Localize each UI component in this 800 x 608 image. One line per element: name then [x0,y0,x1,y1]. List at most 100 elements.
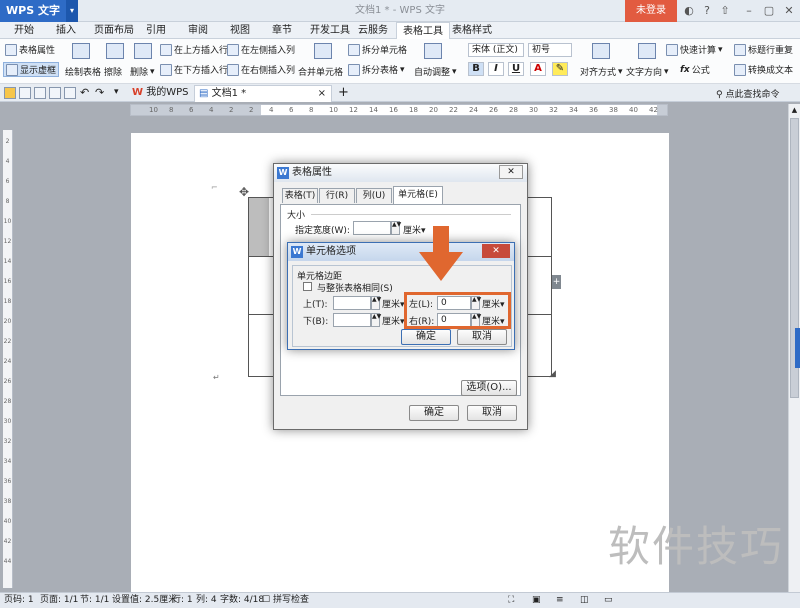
width-input[interactable] [353,221,391,235]
side-panel-tab[interactable] [795,328,800,368]
font-size-select[interactable]: 初号 [528,43,572,57]
italic-button[interactable]: I [488,62,504,76]
top-unit-select[interactable]: 厘米▾ [382,297,405,310]
insert-left-button[interactable]: 在左侧插入列 [227,43,295,56]
bold-button[interactable]: B [468,62,484,76]
vertical-ruler[interactable]: 2 4 6 8 10 12 14 16 18 20 22 24 26 28 30 32 34 36 38 40 42 44 [3,130,13,588]
insert-below-button[interactable]: 在下方插入行 [160,63,228,76]
menu-reference[interactable]: 引用 [146,22,166,39]
upload-icon[interactable]: ⇧ [716,0,734,22]
page-view-icon[interactable]: ▣ [532,593,541,608]
menu-table-style[interactable]: 表格样式 [452,22,492,39]
maximize-icon[interactable]: ▢ [760,0,778,22]
ruler-tick-label: 36 [589,106,598,114]
cancel-button[interactable]: 取消 [467,405,517,421]
scroll-up-icon[interactable]: ▲ [790,106,799,116]
dialog-title-bar[interactable]: W 单元格选项 ✕ [288,243,514,261]
menu-view[interactable]: 视图 [230,22,250,39]
menu-insert[interactable]: 插入 [56,22,76,39]
delete-button[interactable]: 删除 ▾ [130,65,155,79]
text-direction-button[interactable]: 文字方向 ▾ [626,65,669,79]
formula-button[interactable]: fx 公式 [680,63,710,77]
erase-button[interactable]: 擦除 [104,65,122,78]
horizontal-ruler[interactable]: 10 8 6 4 2 2 4 6 8 10 12 14 16 18 20 22 24 26 28 30 32 34 36 38… [130,104,668,116]
ok-button[interactable]: 确定 [409,405,459,421]
table-resize-handle-icon[interactable]: ◢ [549,369,556,379]
outline-view-icon[interactable]: ≡ [556,593,564,608]
options-button[interactable]: 选项(O)... [461,380,517,396]
menu-review[interactable]: 审阅 [188,22,208,39]
tab-document[interactable]: ▤ 文档1 * × [194,85,332,102]
auto-fit-button[interactable]: 自动调整 ▾ [414,65,457,79]
web-view-icon[interactable]: ◫ [580,593,589,608]
repeat-header-button[interactable]: 标题行重复 [734,43,793,56]
close-icon[interactable]: ✕ [780,0,798,22]
merge-cells-button[interactable]: 合并单元格 [298,65,343,78]
top-unit-label: 厘米 [382,300,401,310]
split-table-button[interactable]: 拆分表格 ▾ [348,63,405,76]
menu-cloud[interactable]: 云服务 [358,22,388,39]
quick-calc-button[interactable]: 快速计算 ▾ [666,43,723,56]
menu-devtools[interactable]: 开发工具 [310,22,350,39]
minimize-icon[interactable]: – [740,0,758,22]
export-pdf-icon[interactable] [64,87,76,99]
close-icon[interactable]: ✕ [482,244,510,258]
highlight-icon[interactable]: ✎ [552,62,568,76]
font-color-button[interactable]: A [530,62,546,76]
menu-table-tools[interactable]: 表格工具 [396,22,450,39]
cancel-button[interactable]: 取消 [457,329,507,345]
print-preview-icon[interactable] [49,87,61,99]
spell-check-button[interactable]: ☐ 拼写检查 [262,593,309,608]
tab-cell[interactable]: 单元格(E) [393,186,443,204]
bottom-margin-input[interactable] [333,313,371,327]
menu-chapter[interactable]: 章节 [272,22,292,39]
selected-cell[interactable] [249,198,269,256]
undo-icon[interactable]: ↶ [80,86,89,99]
app-menu-button[interactable]: WPS 文字 ▾ [0,0,78,22]
top-spinner-icon[interactable]: ▲▼ [371,296,381,310]
show-gridlines-button[interactable]: 显示虚框 [3,62,60,77]
tab-table[interactable]: 表格(T) [282,188,318,203]
close-icon[interactable]: ✕ [499,165,523,179]
save-icon[interactable] [19,87,31,99]
login-button[interactable]: 未登录 [625,0,677,22]
align-button[interactable]: 对齐方式 ▾ [580,65,623,79]
width-spinner-icon[interactable]: ▲▼ [391,221,401,235]
redo-icon[interactable]: ↷ [95,86,104,99]
tab-close-icon[interactable]: × [318,86,326,102]
open-folder-icon[interactable] [4,87,16,99]
highlight-box [404,292,511,329]
top-margin-input[interactable] [333,296,371,310]
text-direction-icon [638,43,656,59]
tab-my-wps[interactable]: W 我的WPS [128,85,192,102]
gridlines-icon [6,63,18,76]
chevron-down-icon[interactable]: ▾ [66,0,78,22]
underline-button[interactable]: U [508,62,524,76]
bottom-spinner-icon[interactable]: ▲▼ [371,313,381,327]
menu-home[interactable]: 开始 [14,22,34,39]
add-column-icon[interactable]: + [552,275,561,289]
new-tab-icon[interactable]: + [338,85,349,100]
reading-view-icon[interactable]: ▭ [604,593,613,608]
ok-button[interactable]: 确定 [401,329,451,345]
skin-icon[interactable]: ◐ [680,0,698,22]
insert-right-button[interactable]: 在右侧插入列 [227,63,295,76]
draw-table-button[interactable]: 绘制表格 [65,65,101,78]
fullscreen-icon[interactable]: ⛶ [508,593,514,608]
print-icon[interactable] [34,87,46,99]
dialog-title-bar[interactable]: W 表格属性 ✕ [274,164,527,182]
help-icon[interactable]: ? [698,0,716,22]
menu-layout[interactable]: 页面布局 [94,22,134,39]
convert-text-button[interactable]: 转换成文本 [734,63,793,76]
customize-dropdown-icon[interactable]: ▾ [114,87,119,97]
bottom-unit-select[interactable]: 厘米▾ [382,314,405,327]
font-name-select[interactable]: 宋体 (正文) [468,43,524,57]
tab-row[interactable]: 行(R) [319,188,355,203]
auto-fit-label: 自动调整 [414,68,451,78]
tab-column[interactable]: 列(U) [356,188,392,203]
split-cells-button[interactable]: 拆分单元格 [348,43,407,56]
command-search[interactable]: ⚲ 点此查找命令 [716,87,779,100]
table-properties-button[interactable]: 表格属性 [5,43,55,56]
insert-above-button[interactable]: 在上方插入行 [160,43,228,56]
same-as-table-checkbox[interactable] [303,282,312,291]
